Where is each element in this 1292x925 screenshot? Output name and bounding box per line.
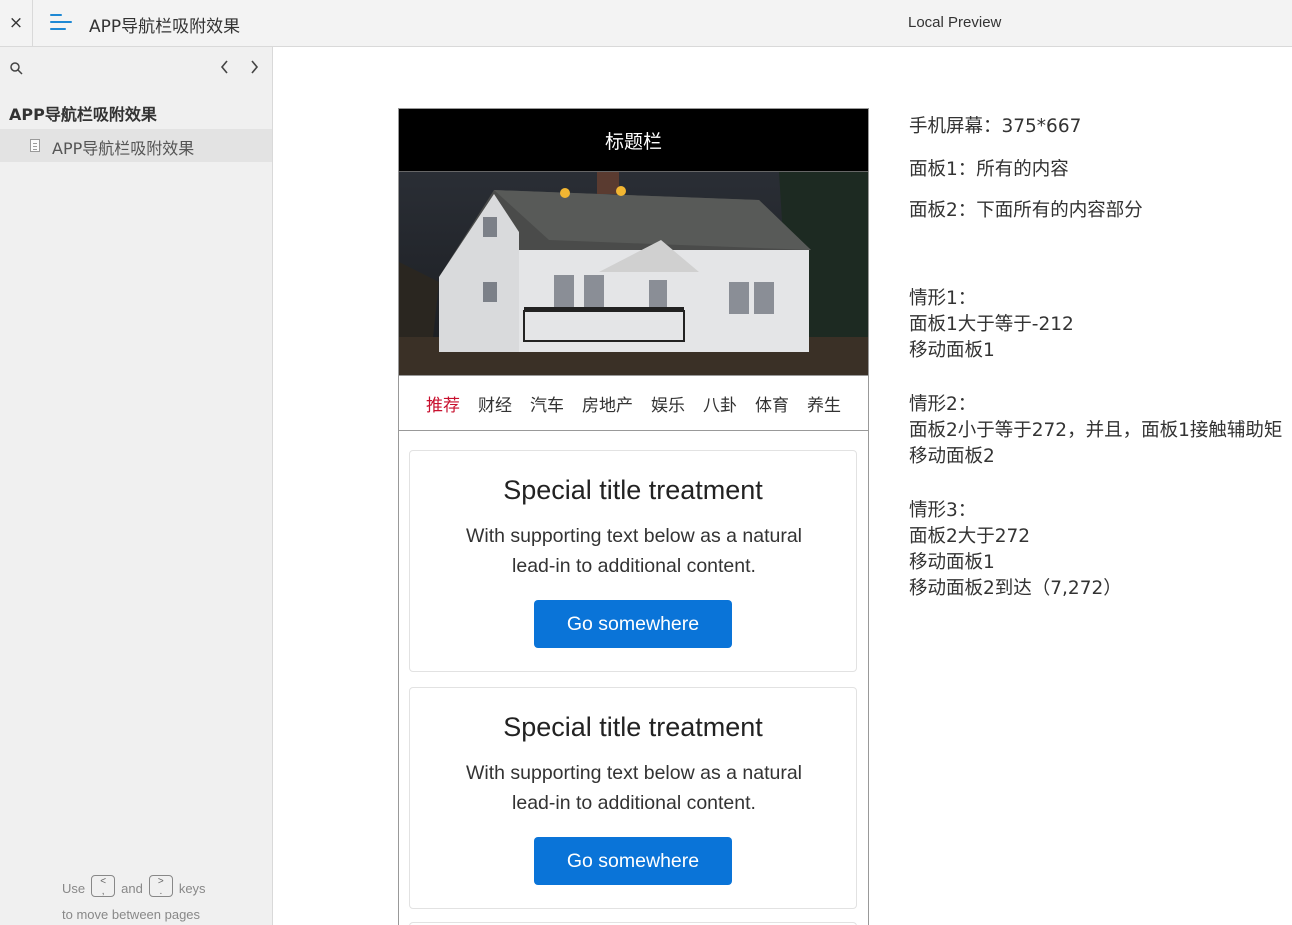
note-panel2: 面板2：下面所有的内容部分	[909, 200, 1143, 221]
card-title: Special title treatment	[503, 712, 763, 742]
tab-gossip[interactable]: 八卦	[694, 391, 746, 416]
tab-realestate[interactable]: 房地产	[573, 391, 642, 416]
page-icon	[30, 139, 40, 152]
tree-item-page[interactable]: APP导航栏吸附效果	[0, 129, 272, 162]
tab-finance[interactable]: 财经	[469, 391, 521, 416]
go-somewhere-button[interactable]: Go somewhere	[534, 837, 732, 885]
note-case2-line1: 面板2小于等于272，并且，面板1接触辅助矩	[909, 420, 1283, 441]
close-button[interactable]: ×	[0, 0, 33, 46]
notes-panel: 手机屏幕：375*667 面板1：所有的内容 面板2：下面所有的内容部分 情形1…	[909, 0, 1292, 925]
note-case3-line2: 移动面板1	[909, 552, 995, 573]
card-title: Special title treatment	[503, 475, 763, 505]
sidebar: APP导航栏吸附效果 APP导航栏吸附效果 Use <, and >. keys…	[0, 47, 273, 925]
phone-mockup: 标题栏 推荐 财经 汽车 房地产 娱乐 八卦 体育 养生 Special tit…	[398, 108, 869, 925]
hint-keys-text: keys	[178, 880, 206, 896]
category-tabs: 推荐 财经 汽车 房地产 娱乐 八卦 体育 养生	[399, 375, 868, 431]
note-screen-size: 手机屏幕：375*667	[909, 116, 1082, 137]
app-title: APP导航栏吸附效果	[89, 17, 241, 37]
note-case3-title: 情形3：	[909, 500, 977, 521]
house-banner-image	[399, 172, 868, 375]
chevron-right-icon[interactable]	[247, 58, 261, 76]
menu-icon[interactable]	[50, 14, 72, 32]
note-case1-line2: 移动面板1	[909, 340, 995, 361]
search-icon[interactable]	[10, 62, 23, 75]
note-case3-line3: 移动面板2到达（7,272）	[909, 578, 1122, 599]
prev-key-icon: <,	[91, 875, 116, 897]
note-case3-line1: 面板2大于272	[909, 526, 1031, 547]
note-case1-title: 情形1：	[909, 288, 977, 309]
phone-title-bar: 标题栏	[399, 109, 868, 172]
chevron-left-icon[interactable]	[218, 58, 232, 76]
tab-recommend[interactable]: 推荐	[417, 391, 469, 416]
hint-line2: to move between pages	[62, 907, 201, 922]
tab-auto[interactable]: 汽车	[521, 391, 573, 416]
tab-health[interactable]: 养生	[798, 391, 850, 416]
go-somewhere-button[interactable]: Go somewhere	[534, 600, 732, 648]
next-key-icon: >.	[148, 875, 173, 897]
tab-sports[interactable]: 体育	[746, 391, 798, 416]
tree-root-label[interactable]: APP导航栏吸附效果	[9, 101, 157, 125]
card-text: With supporting text below as a natural …	[465, 762, 802, 814]
note-case2-title: 情形2：	[909, 394, 977, 415]
content-card: Special title treatment With supporting …	[409, 450, 857, 672]
hint-use-text: Use	[62, 880, 86, 896]
content-card: Special title treatment With supporting …	[409, 687, 857, 909]
note-panel1: 面板1：所有的内容	[909, 159, 1069, 180]
card-text: With supporting text below as a natural …	[465, 525, 802, 577]
hint-and-text: and	[121, 880, 143, 896]
note-case1-line1: 面板1大于等于-212	[909, 314, 1074, 335]
note-case2-line2: 移动面板2	[909, 446, 995, 467]
tab-entertainment[interactable]: 娱乐	[642, 391, 694, 416]
tree-item-label: APP导航栏吸附效果	[52, 139, 195, 158]
